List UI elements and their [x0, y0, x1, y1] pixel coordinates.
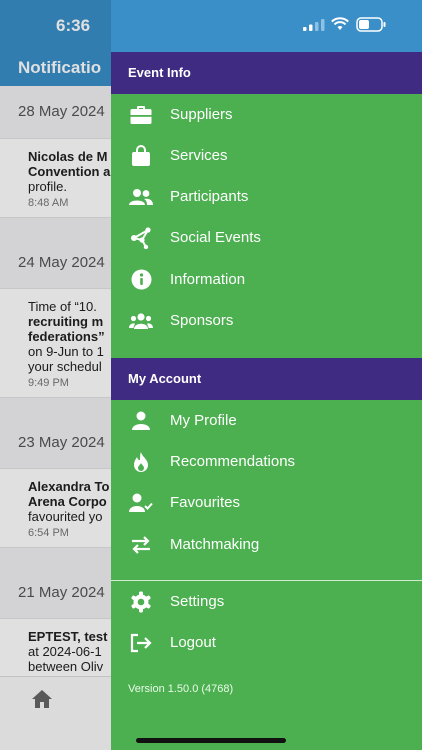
menu-item-my-profile[interactable]: My Profile [111, 400, 422, 441]
shopping-bag-icon [129, 144, 153, 168]
home-indicator[interactable] [136, 738, 286, 743]
menu-item-label: Settings [170, 593, 225, 610]
menu-item-participants[interactable]: Participants [111, 176, 422, 217]
menu-item-recommendations[interactable]: Recommendations [111, 441, 422, 482]
group-icon [129, 309, 153, 333]
person-icon [129, 409, 153, 433]
swap-arrows-icon [129, 533, 153, 557]
briefcase-icon [129, 103, 153, 127]
menu-item-label: Information [170, 271, 246, 288]
gear-icon [129, 590, 153, 614]
menu-item-label: My Profile [170, 412, 237, 429]
menu-item-label: Matchmaking [170, 536, 260, 553]
cellular-signal-icon [303, 19, 325, 31]
menu-item-matchmaking[interactable]: Matchmaking [111, 524, 422, 565]
app-version: Version 1.50.0 (4768) [128, 683, 234, 695]
share-network-icon [129, 226, 153, 250]
menu-item-label: Recommendations [170, 453, 296, 470]
section-header-event-info: Event Info [111, 52, 422, 94]
menu-item-label: Suppliers [170, 106, 233, 123]
navigation-drawer: Event Info Suppliers Services Participan… [111, 0, 422, 750]
menu-item-services[interactable]: Services [111, 135, 422, 176]
menu-item-label: Logout [170, 634, 216, 651]
menu-item-logout[interactable]: Logout [111, 622, 422, 663]
menu-item-label: Participants [170, 188, 249, 205]
menu-item-settings[interactable]: Settings [111, 581, 422, 622]
drawer-overlay[interactable] [0, 0, 111, 750]
section-header-my-account: My Account [111, 358, 422, 400]
menu-item-information[interactable]: Information [111, 259, 422, 300]
menu-item-label: Favourites [170, 494, 241, 511]
menu-item-label: Services [170, 147, 228, 164]
menu-item-favourites[interactable]: Favourites [111, 482, 422, 523]
wifi-icon [331, 17, 349, 30]
menu-item-label: Sponsors [170, 312, 234, 329]
people-icon [129, 185, 153, 209]
info-icon [129, 268, 153, 292]
menu-item-sponsors[interactable]: Sponsors [111, 300, 422, 341]
status-bar [111, 0, 422, 52]
logout-icon [129, 631, 153, 655]
person-check-icon [129, 491, 153, 515]
fire-icon [129, 450, 153, 474]
menu-item-suppliers[interactable]: Suppliers [111, 94, 422, 135]
menu-item-social-events[interactable]: Social Events [111, 217, 422, 258]
menu-item-label: Social Events [170, 229, 261, 246]
battery-icon [356, 17, 386, 32]
